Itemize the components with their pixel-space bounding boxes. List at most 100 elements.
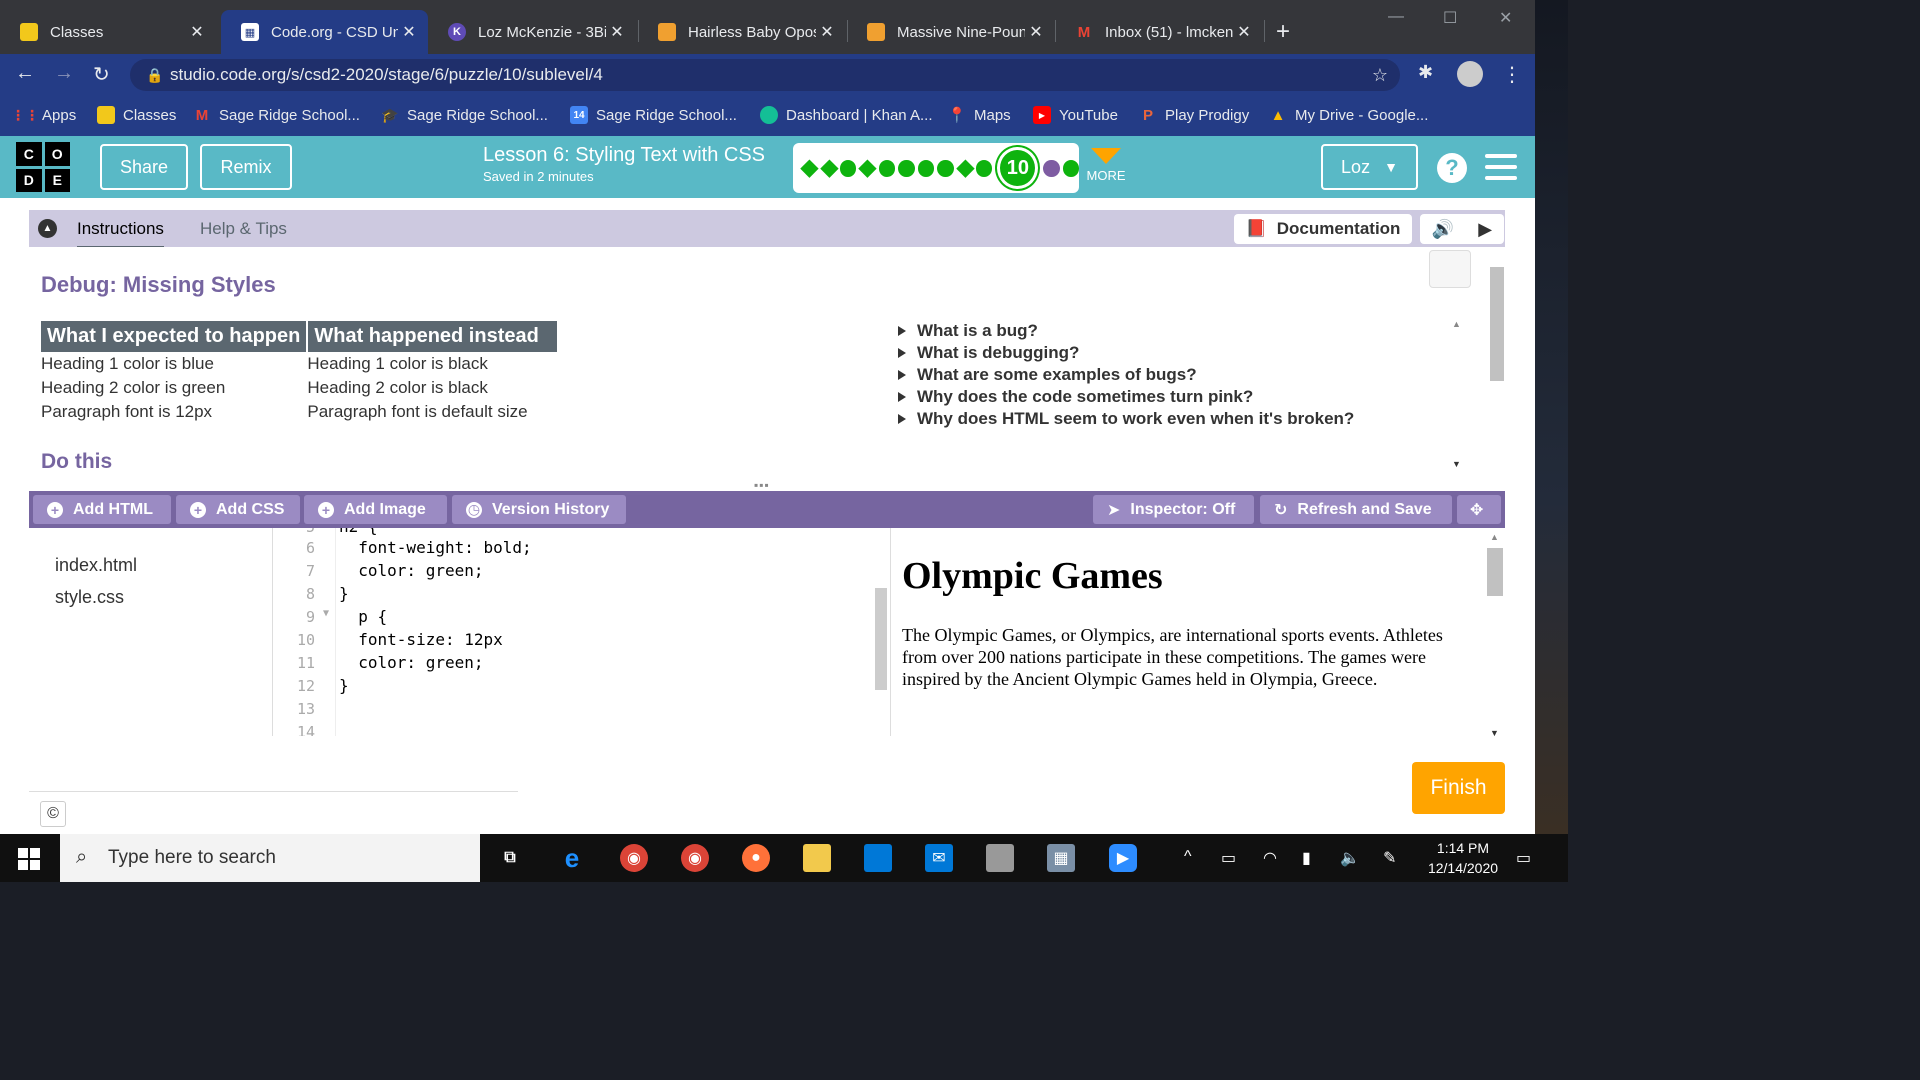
file-index-html[interactable]: index.html (55, 555, 137, 576)
bookmark-sage-ridge-3[interactable]: 14 Sage Ridge School... (570, 106, 737, 124)
scrollbar-thumb[interactable] (1487, 548, 1503, 596)
file-style-css[interactable]: style.css (55, 587, 124, 608)
close-icon[interactable]: ✕ (186, 22, 208, 42)
scroll-up-icon[interactable]: ▲ (1490, 532, 1499, 542)
app-icon[interactable] (986, 844, 1014, 872)
tab-classes[interactable]: Classes ✕ (0, 10, 216, 54)
close-icon[interactable]: ✕ (1025, 22, 1047, 42)
preview-scrollbar[interactable]: ▲ ▼ (1487, 532, 1503, 738)
url-bar[interactable]: 🔒 studio.code.org/s/csd2-2020/stage/6/pu… (130, 59, 1400, 91)
scroll-down-icon[interactable]: ▼ (1490, 728, 1499, 738)
more-levels-button[interactable]: MORE (1086, 146, 1126, 183)
star-icon[interactable]: ☆ (1372, 59, 1388, 91)
faq-item[interactable]: Why does the code sometimes turn pink? (898, 386, 1354, 408)
mail-icon[interactable]: ✉ (925, 844, 953, 872)
bookmark-sage-ridge-1[interactable]: M Sage Ridge School... (193, 106, 360, 124)
window-close-icon[interactable]: ✕ (1499, 8, 1512, 28)
chrome-icon[interactable]: ◉ (620, 844, 648, 872)
forward-arrow-icon[interactable]: → (54, 62, 74, 85)
volume-icon[interactable]: 🔈 (1340, 848, 1360, 868)
text-to-speech-button[interactable] (1429, 250, 1471, 288)
fold-arrow-icon[interactable]: ▼ (323, 608, 329, 619)
bookmark-khan[interactable]: Dashboard | Khan A... (760, 106, 933, 124)
battery-icon[interactable]: ▭ (1221, 848, 1236, 868)
tab-khan[interactable]: K Loz McKenzie - 3Big ✕ (428, 10, 636, 54)
add-image-button[interactable]: + Add Image (304, 495, 447, 524)
faq-item[interactable]: Why does HTML seem to work even when it'… (898, 408, 1354, 430)
bookmark-drive[interactable]: ▲ My Drive - Google... (1269, 106, 1429, 124)
level-diamond[interactable] (800, 158, 819, 178)
taskbar-clock[interactable]: 1:14 PM 12/14/2020 (1418, 838, 1508, 878)
finish-button[interactable]: Finish (1412, 762, 1505, 814)
code-org-logo[interactable]: C O D E (16, 142, 70, 192)
bookmark-prodigy[interactable]: P Play Prodigy (1139, 106, 1249, 124)
level-dot[interactable] (1043, 159, 1060, 177)
bookmark-classes[interactable]: Classes (97, 106, 176, 124)
collapse-up-icon[interactable]: ▲ (38, 219, 57, 238)
hamburger-menu-icon[interactable] (1485, 154, 1517, 187)
close-icon[interactable]: ✕ (816, 22, 838, 42)
inspector-toggle-button[interactable]: ➤ Inspector: Off (1093, 495, 1254, 524)
tab-nine-pound[interactable]: Massive Nine-Pound ✕ (847, 10, 1055, 54)
faq-scrollbar[interactable]: ▲ ▼ (1452, 319, 1464, 469)
level-dot[interactable] (840, 159, 857, 177)
add-css-button[interactable]: + Add CSS (176, 495, 300, 524)
scroll-up-icon[interactable]: ▲ (1452, 319, 1461, 329)
wifi-icon[interactable]: ◠ (1263, 848, 1277, 868)
resize-grip-icon[interactable]: ▪▪▪ (754, 478, 770, 492)
taskbar-search[interactable]: ⌕ Type here to search (60, 834, 480, 882)
chrome-icon[interactable]: ◉ (681, 844, 709, 872)
level-dot[interactable] (917, 159, 935, 177)
level-dot[interactable] (937, 159, 954, 177)
tab-instructions[interactable]: Instructions (77, 219, 164, 248)
firefox-icon[interactable]: ● (742, 844, 770, 872)
store-icon[interactable] (864, 844, 892, 872)
faq-item[interactable]: What are some examples of bugs? (898, 364, 1354, 386)
instructions-scrollbar[interactable] (1488, 251, 1504, 471)
chevron-up-icon[interactable]: ^ (1184, 848, 1192, 866)
calculator-icon[interactable]: ▦ (1047, 844, 1075, 872)
tab-code-org[interactable]: ▦ Code.org - CSD Unit ✕ (221, 10, 428, 54)
back-arrow-icon[interactable]: ← (15, 62, 35, 85)
pen-icon[interactable]: ✎ (1383, 848, 1396, 868)
user-menu-button[interactable]: Loz ▼ (1321, 144, 1418, 190)
level-dot[interactable] (878, 159, 896, 177)
maximize-icon[interactable]: ☐ (1443, 8, 1457, 28)
refresh-save-button[interactable]: ↻ Refresh and Save (1260, 495, 1452, 524)
level-dot[interactable] (976, 159, 993, 177)
browser-menu-icon[interactable]: ⋮ (1502, 62, 1522, 87)
windows-start-icon[interactable] (18, 848, 40, 870)
tab-opossum[interactable]: Hairless Baby Oposs ✕ (638, 10, 846, 54)
close-icon[interactable]: ✕ (1233, 22, 1255, 42)
scrollbar-thumb[interactable] (1490, 267, 1504, 381)
profile-avatar[interactable] (1457, 61, 1483, 87)
extensions-icon[interactable]: ✱ (1418, 62, 1433, 83)
level-diamond[interactable] (819, 158, 838, 178)
remix-button[interactable]: Remix (200, 144, 292, 190)
task-view-icon[interactable]: ⧉ (496, 844, 524, 872)
fullscreen-button[interactable]: ✥ (1457, 495, 1501, 524)
edge-icon[interactable]: e (558, 843, 586, 873)
faq-item[interactable]: What is debugging? (898, 342, 1354, 364)
file-explorer-icon[interactable] (803, 844, 831, 872)
bookmark-youtube[interactable]: ▶ YouTube (1033, 106, 1118, 124)
level-dot[interactable] (898, 159, 915, 177)
scroll-down-icon[interactable]: ▼ (1452, 459, 1461, 469)
help-icon[interactable]: ? (1437, 153, 1467, 183)
notifications-icon[interactable]: ▭ (1516, 848, 1531, 868)
share-button[interactable]: Share (100, 144, 188, 190)
css-code-editor[interactable]: h2 { font-weight: bold; color: green; } … (337, 528, 875, 736)
new-tab-button[interactable]: + (1276, 18, 1290, 46)
level-diamond[interactable] (955, 158, 974, 178)
add-html-button[interactable]: + Add HTML (33, 495, 171, 524)
documentation-button[interactable]: 📕 Documentation (1234, 214, 1412, 244)
faq-item[interactable]: What is a bug? (898, 320, 1354, 342)
microphone-icon[interactable]: ▮ (1302, 848, 1311, 868)
tab-gmail[interactable]: M Inbox (51) - lmckenz ✕ (1055, 10, 1263, 54)
tab-help-tips[interactable]: Help & Tips (200, 219, 287, 239)
code-scrollbar[interactable] (875, 588, 887, 690)
close-icon[interactable]: ✕ (398, 22, 420, 42)
close-icon[interactable]: ✕ (606, 22, 628, 42)
bookmark-sage-ridge-2[interactable]: 🎓 Sage Ridge School... (381, 106, 548, 124)
play-icon[interactable]: ▶ (1478, 219, 1492, 240)
